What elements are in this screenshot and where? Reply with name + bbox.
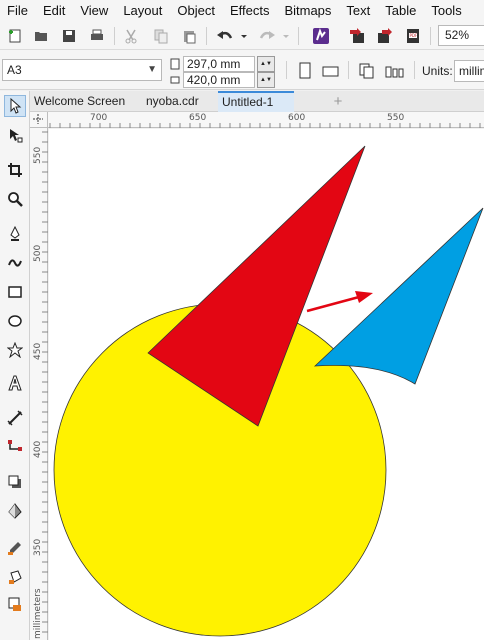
horizontal-ruler[interactable]: 700 650 600 550: [48, 112, 484, 128]
ruler-unit-label: millimeters: [33, 588, 43, 639]
menu-table[interactable]: Table: [378, 0, 424, 22]
ruler-label-v550: 550: [33, 146, 43, 164]
text-tool-icon[interactable]: [4, 372, 26, 394]
red-arrow[interactable]: [306, 291, 373, 313]
menu-view[interactable]: View: [73, 0, 116, 22]
property-bar: A3 ▼ 297,0 mm ▲▼ 420,0 mm ▲▼ Units: mill…: [0, 50, 484, 90]
redo-dropdown-icon[interactable]: [280, 25, 292, 47]
vertical-ruler[interactable]: 550 500 450 400 350 millimeters: [30, 128, 48, 640]
shape-tool-icon[interactable]: [4, 124, 26, 146]
menu-edit[interactable]: Edit: [36, 0, 73, 22]
import-icon[interactable]: [346, 25, 368, 47]
menu-file[interactable]: File: [0, 0, 36, 22]
menu-text[interactable]: Text: [339, 0, 378, 22]
standard-toolbar: PDF 52%: [0, 22, 484, 50]
page-height-icon: [170, 76, 180, 83]
chevron-down-icon: ▼: [147, 64, 157, 75]
ruler-origin-icon: [33, 114, 43, 124]
menu-tools[interactable]: Tools: [424, 0, 469, 22]
smart-fill-tool-icon[interactable]: [4, 593, 26, 615]
page-width-icon: [170, 58, 180, 69]
transparency-tool-icon[interactable]: [4, 500, 26, 522]
page-height-row: 420,0 mm ▲▼: [170, 71, 275, 88]
parallel-dimension-tool-icon[interactable]: [4, 407, 26, 429]
polygon-tool-icon[interactable]: [4, 339, 26, 361]
drop-shadow-tool-icon[interactable]: [4, 471, 26, 493]
svg-text:PDF: PDF: [410, 33, 418, 38]
page-size-value: A3: [7, 63, 22, 77]
ellipse-tool-icon[interactable]: [4, 310, 26, 332]
export-icon[interactable]: [374, 25, 396, 47]
freehand-tool-icon[interactable]: [4, 223, 26, 245]
toolbox: [0, 91, 30, 640]
page-height-spinner[interactable]: ▲▼: [257, 71, 275, 88]
interactive-fill-tool-icon[interactable]: [4, 566, 26, 588]
save-icon[interactable]: [58, 25, 80, 47]
pick-tool-icon[interactable]: [4, 95, 26, 117]
current-page-icon[interactable]: [384, 60, 406, 82]
page-size-dropdown[interactable]: A3 ▼: [2, 59, 162, 81]
blue-quill-shape[interactable]: [313, 207, 484, 385]
all-pages-icon[interactable]: [356, 60, 378, 82]
print-icon[interactable]: [86, 25, 108, 47]
vertical-ruler-ticks: [42, 131, 48, 633]
ruler-label-v450: 450: [33, 342, 43, 360]
undo-icon[interactable]: [214, 25, 236, 47]
new-document-icon[interactable]: [4, 25, 26, 47]
units-dropdown[interactable]: millimeters: [454, 60, 484, 82]
page-width-spinner[interactable]: ▲▼: [257, 55, 275, 72]
ruler-origin[interactable]: [30, 112, 48, 128]
page-width-field[interactable]: 297,0 mm: [183, 55, 255, 72]
portrait-icon[interactable]: [294, 60, 316, 82]
zoom-level-field[interactable]: 52%: [438, 25, 484, 46]
crop-tool-icon[interactable]: [4, 159, 26, 181]
copy-icon[interactable]: [150, 25, 172, 47]
landscape-icon[interactable]: [320, 60, 342, 82]
menu-bitmaps[interactable]: Bitmaps: [277, 0, 339, 22]
menu-object[interactable]: Object: [170, 0, 223, 22]
cut-icon[interactable]: [120, 25, 142, 47]
tab-welcome-screen[interactable]: Welcome Screen: [30, 91, 129, 112]
units-label: Units:: [422, 64, 453, 78]
artistic-media-tool-icon[interactable]: [4, 252, 26, 274]
add-tab-icon[interactable]: +: [328, 91, 348, 112]
ruler-label-550: 550: [387, 113, 405, 123]
paste-icon[interactable]: [178, 25, 200, 47]
horizontal-ruler-ticks: [49, 123, 481, 128]
redo-icon[interactable]: [256, 25, 278, 47]
ruler-label-v500: 500: [33, 244, 43, 262]
undo-dropdown-icon[interactable]: [238, 25, 250, 47]
rectangle-tool-icon[interactable]: [4, 281, 26, 303]
ruler-label-650: 650: [189, 113, 207, 123]
ruler-label-700: 700: [90, 113, 108, 123]
menu-layout[interactable]: Layout: [116, 0, 170, 22]
open-icon[interactable]: [30, 25, 52, 47]
search-content-icon[interactable]: [310, 25, 332, 47]
ruler-label-600: 600: [288, 113, 306, 123]
tab-nyoba-cdr[interactable]: nyoba.cdr: [142, 91, 203, 112]
page-width-row: 297,0 mm ▲▼: [170, 55, 275, 72]
color-eyedropper-tool-icon[interactable]: [4, 537, 26, 559]
menu-effects[interactable]: Effects: [223, 0, 278, 22]
tab-untitled-1[interactable]: Untitled-1: [218, 91, 294, 112]
document-tabs: Welcome Screen nyoba.cdr Untitled-1 +: [30, 91, 484, 112]
drawing-surface: [53, 145, 484, 637]
ruler-label-v350: 350: [33, 538, 43, 556]
ruler-label-v400: 400: [33, 440, 43, 458]
zoom-tool-icon[interactable]: [4, 188, 26, 210]
export-pdf-icon[interactable]: PDF: [402, 25, 424, 47]
menu-bar: File Edit View Layout Object Effects Bit…: [0, 0, 484, 22]
page-height-field[interactable]: 420,0 mm: [183, 71, 255, 88]
connector-tool-icon[interactable]: [4, 436, 26, 458]
drawing-canvas[interactable]: [49, 129, 484, 640]
